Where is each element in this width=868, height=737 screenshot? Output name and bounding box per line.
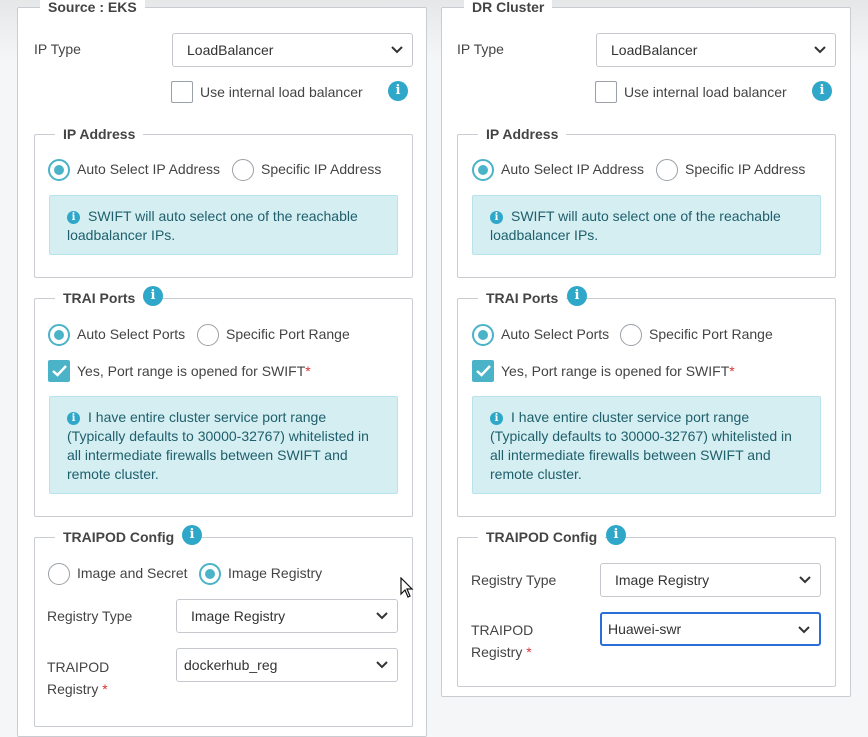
radio-image-secret[interactable] bbox=[48, 563, 70, 585]
port-range-confirm-checkbox[interactable] bbox=[472, 360, 494, 382]
alert-text: I have entire cluster service port range… bbox=[67, 409, 369, 482]
registry-type-label: Registry Type bbox=[47, 608, 133, 624]
info-circle-icon: i bbox=[490, 412, 503, 425]
checkmark-icon bbox=[476, 365, 491, 377]
registry-type-select[interactable]: Image Registry bbox=[176, 599, 398, 633]
chevron-down-icon bbox=[814, 46, 826, 54]
mouse-pointer-icon bbox=[400, 577, 414, 598]
radio-specific-ports-label: Specific Port Range bbox=[649, 326, 773, 342]
ip-type-value: LoadBalancer bbox=[611, 42, 698, 58]
radio-auto-ports-label: Auto Select Ports bbox=[77, 326, 186, 342]
registry-type-select[interactable]: Image Registry bbox=[600, 563, 821, 597]
ip-type-select[interactable]: LoadBalancer bbox=[596, 33, 836, 67]
panel-title: DR Cluster bbox=[464, 0, 553, 17]
alert-text: SWIFT will auto select one of the reacha… bbox=[67, 208, 358, 243]
info-circle-icon[interactable]: i bbox=[567, 286, 587, 306]
info-circle-icon[interactable]: i bbox=[812, 81, 832, 101]
internal-lb-label: Use internal load balancer bbox=[624, 84, 787, 100]
info-circle-icon: i bbox=[67, 412, 80, 425]
radio-specific-ports-label: Specific Port Range bbox=[226, 326, 350, 342]
section-title: TRAIPOD Config bbox=[478, 527, 606, 547]
info-circle-icon[interactable]: i bbox=[182, 525, 202, 545]
port-range-confirm-label: Yes, Port range is opened for SWIFT* bbox=[501, 363, 735, 379]
ip-type-label: IP Type bbox=[34, 41, 81, 57]
section-title: TRAIPOD Config bbox=[55, 527, 183, 547]
info-circle-icon[interactable]: i bbox=[388, 81, 408, 101]
section-title: IP Address bbox=[55, 124, 144, 144]
traipod-registry-select[interactable]: dockerhub_reg bbox=[176, 648, 398, 682]
port-range-confirm-checkbox[interactable] bbox=[48, 360, 70, 382]
ip-info-alert: i SWIFT will auto select one of the reach… bbox=[49, 195, 398, 255]
info-circle-icon[interactable]: i bbox=[143, 286, 163, 306]
required-marker: * bbox=[102, 681, 108, 697]
traipod-registry-label: TRAIPOD Registry * bbox=[471, 622, 534, 660]
radio-specific-ip-label: Specific IP Address bbox=[261, 161, 382, 177]
section-title: TRAI Ports bbox=[478, 288, 567, 308]
chevron-down-icon bbox=[799, 576, 811, 584]
internal-lb-checkbox[interactable] bbox=[171, 81, 193, 103]
port-range-confirm-label: Yes, Port range is opened for SWIFT* bbox=[77, 363, 311, 379]
radio-auto-ip[interactable] bbox=[472, 159, 494, 181]
required-marker: * bbox=[305, 363, 311, 379]
section-title: TRAI Ports bbox=[55, 288, 144, 308]
info-circle-icon: i bbox=[490, 211, 503, 224]
ports-info-alert: iI have entire cluster service port rang… bbox=[472, 396, 821, 494]
radio-specific-ports[interactable] bbox=[620, 324, 642, 346]
traipod-registry-label: TRAIPOD Registry * bbox=[47, 659, 110, 697]
chevron-down-icon bbox=[376, 612, 388, 620]
chevron-down-icon bbox=[376, 661, 388, 669]
radio-specific-ports[interactable] bbox=[197, 324, 219, 346]
radio-specific-ip[interactable] bbox=[656, 159, 678, 181]
ports-info-alert: iI have entire cluster service port rang… bbox=[49, 396, 398, 494]
registry-type-label: Registry Type bbox=[471, 572, 557, 588]
info-circle-icon[interactable]: i bbox=[606, 525, 626, 545]
alert-text: SWIFT will auto select one of the reacha… bbox=[490, 208, 781, 243]
radio-image-registry-label: Image Registry bbox=[228, 565, 323, 581]
required-marker: * bbox=[729, 363, 735, 379]
chevron-down-icon bbox=[391, 46, 403, 54]
radio-specific-ip-label: Specific IP Address bbox=[685, 161, 806, 177]
internal-lb-checkbox[interactable] bbox=[595, 81, 617, 103]
radio-auto-ports[interactable] bbox=[472, 324, 494, 346]
radio-auto-ports[interactable] bbox=[48, 324, 70, 346]
radio-auto-ip-label: Auto Select IP Address bbox=[501, 161, 644, 177]
ip-type-select[interactable]: LoadBalancer bbox=[172, 33, 413, 67]
section-title: IP Address bbox=[478, 124, 567, 144]
radio-auto-ip-label: Auto Select IP Address bbox=[77, 161, 220, 177]
chevron-down-icon bbox=[798, 626, 810, 634]
required-marker: * bbox=[526, 644, 532, 660]
radio-specific-ip[interactable] bbox=[232, 159, 254, 181]
panel-title: Source : EKS bbox=[40, 0, 145, 17]
info-circle-icon: i bbox=[67, 211, 80, 224]
ip-type-value: LoadBalancer bbox=[187, 42, 274, 58]
registry-type-value: Image Registry bbox=[615, 572, 710, 588]
ip-info-alert: i SWIFT will auto select one of the reach… bbox=[472, 195, 821, 255]
radio-auto-ports-label: Auto Select Ports bbox=[501, 326, 610, 342]
checkmark-icon bbox=[52, 365, 67, 377]
ip-type-label: IP Type bbox=[457, 41, 504, 57]
radio-image-secret-label: Image and Secret bbox=[77, 565, 188, 581]
internal-lb-label: Use internal load balancer bbox=[200, 84, 363, 100]
radio-auto-ip[interactable] bbox=[48, 159, 70, 181]
radio-image-registry[interactable] bbox=[199, 563, 221, 585]
traipod-registry-value: dockerhub_reg bbox=[184, 657, 278, 673]
alert-text: I have entire cluster service port range… bbox=[490, 409, 792, 482]
traipod-registry-value: Huawei-swr bbox=[608, 621, 682, 637]
traipod-registry-select[interactable]: Huawei-swr bbox=[600, 612, 821, 646]
registry-type-value: Image Registry bbox=[191, 608, 286, 624]
